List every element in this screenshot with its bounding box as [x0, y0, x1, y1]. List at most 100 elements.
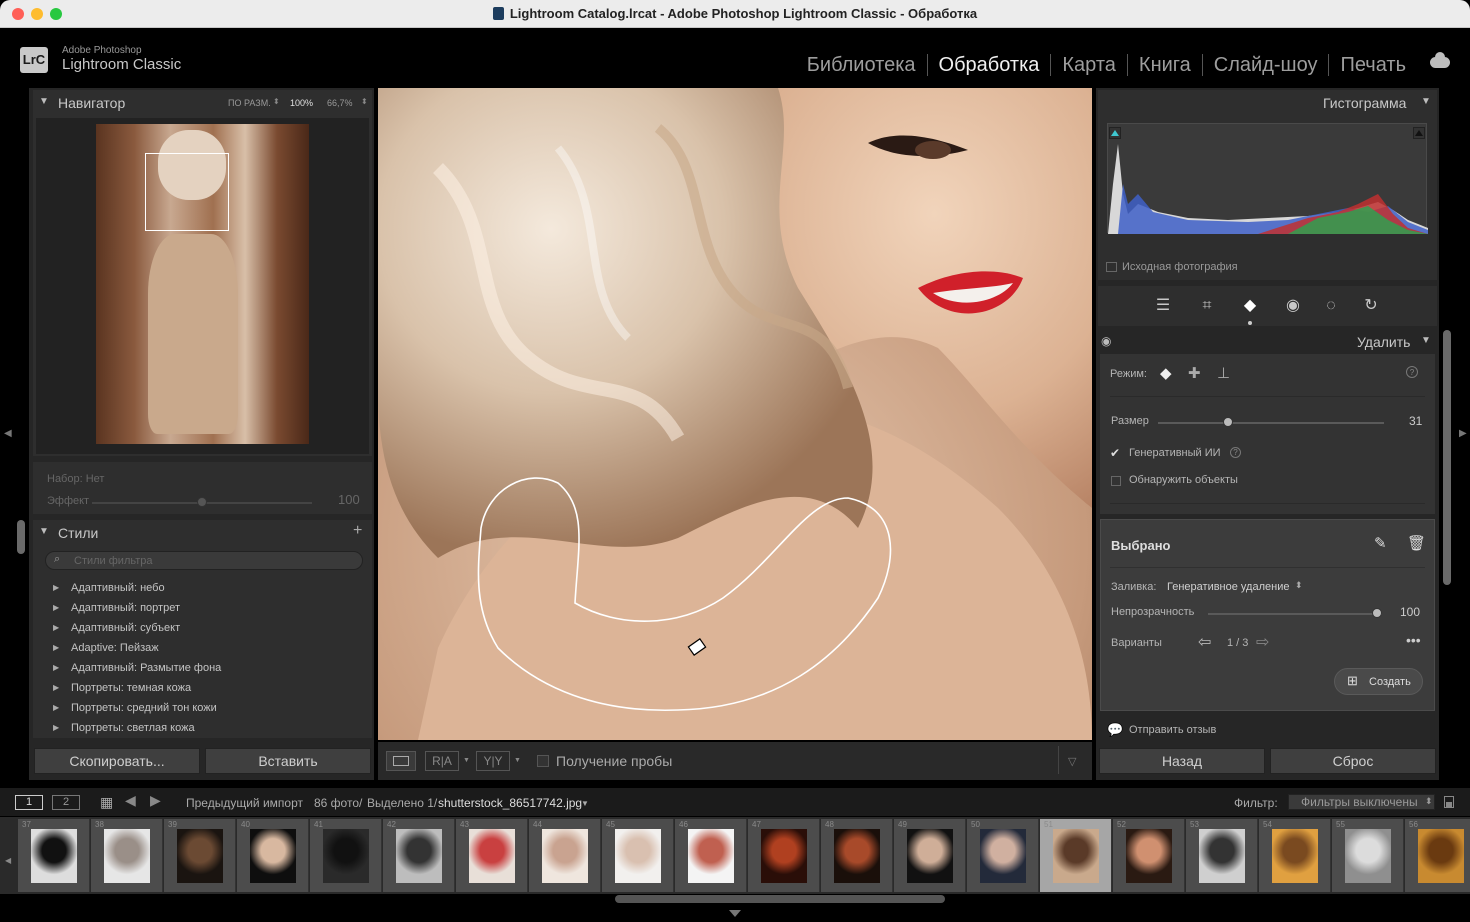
photo-canvas[interactable] [378, 88, 1092, 740]
filmstrip-thumbnail[interactable]: 47 [748, 819, 820, 892]
filmstrip-thumbnail[interactable]: 52 [1113, 819, 1185, 892]
filmstrip-scroll-left-icon[interactable]: ◀ [5, 856, 11, 865]
navigator-viewport-box[interactable] [145, 153, 229, 231]
filmstrip-thumbnail[interactable]: 41 [310, 819, 382, 892]
filmstrip-thumbnail[interactable]: 42 [383, 819, 455, 892]
previous-variant-icon[interactable]: ⇦ [1198, 632, 1211, 652]
zoom-current-option[interactable]: 66,7% [327, 98, 353, 108]
highlight-clipping-indicator[interactable] [1413, 127, 1425, 139]
mode-remove-icon[interactable]: ◆ [1160, 364, 1172, 382]
styles-search-input[interactable]: ⌕ Стили фильтра [45, 551, 363, 570]
before-after-view-button[interactable]: R|A [425, 751, 459, 771]
zoom-100-option[interactable]: 100% [290, 98, 313, 108]
filmstrip-thumbnail[interactable]: 55 [1332, 819, 1404, 892]
remove-tool-icon[interactable]: ◆ [1240, 296, 1260, 316]
source-label[interactable]: Предыдущий импорт [186, 796, 303, 810]
style-item[interactable]: Адаптивный: небо [33, 578, 372, 598]
reset-tool-icon[interactable]: ↻ [1361, 296, 1381, 316]
right-panel-toggle-icon[interactable]: ▶ [1459, 428, 1467, 439]
before-after-dropdown-icon[interactable]: ▼ [463, 757, 470, 764]
left-panel-toggle-icon[interactable]: ◀ [4, 428, 12, 439]
original-photo-checkbox[interactable] [1106, 262, 1117, 272]
generative-help-icon[interactable]: ? [1230, 447, 1241, 458]
loupe-view-button[interactable] [386, 751, 416, 771]
filmstrip-thumbnail[interactable]: 45 [602, 819, 674, 892]
module-map[interactable]: Карта [1051, 54, 1128, 76]
red-eye-icon[interactable]: ◉ [1283, 296, 1303, 316]
cloud-sync-icon[interactable] [1430, 52, 1450, 68]
copy-before-after-button[interactable]: Y|Y [476, 751, 510, 771]
style-item[interactable]: Adaptive: Пейзаж [33, 638, 372, 658]
create-variant-button[interactable]: ⊞ Создать [1334, 668, 1423, 695]
filmstrip-thumbnail[interactable]: 48 [821, 819, 893, 892]
mode-help-icon[interactable]: ? [1406, 366, 1418, 378]
crop-icon[interactable]: ⌗ [1197, 296, 1217, 316]
feedback-icon[interactable]: 💬 [1107, 722, 1123, 738]
paste-settings-button[interactable]: Вставить [205, 748, 371, 774]
filmstrip-thumbnail[interactable]: 56 [1405, 819, 1470, 892]
primary-window-button[interactable]: 1 [15, 795, 43, 810]
effect-slider-knob[interactable] [197, 497, 207, 507]
more-options-icon[interactable]: ••• [1406, 632, 1421, 648]
module-print[interactable]: Печать [1329, 54, 1406, 76]
size-slider-knob[interactable] [1223, 417, 1233, 427]
filmstrip-thumbnail[interactable]: 54 [1259, 819, 1331, 892]
filmstrip-thumbnail[interactable]: 44 [529, 819, 601, 892]
zoom-fit-option[interactable]: ПО РАЗМ. [228, 98, 271, 108]
previous-button[interactable]: Назад [1099, 748, 1265, 774]
edit-sliders-icon[interactable]: ☰ [1153, 296, 1173, 316]
reset-button[interactable]: Сброс [1270, 748, 1436, 774]
navigator-collapse-icon[interactable]: ▼ [39, 96, 49, 107]
filter-select[interactable]: Фильтры выключены [1288, 794, 1435, 810]
filmstrip-thumbnail[interactable]: 40 [237, 819, 309, 892]
filter-lock-icon[interactable] [1444, 796, 1454, 808]
fill-select[interactable]: Генеративное удаление [1167, 581, 1289, 593]
mode-clone-icon[interactable]: ⊥ [1217, 364, 1230, 382]
styles-collapse-icon[interactable]: ▼ [39, 526, 49, 537]
forward-arrow-icon[interactable]: ▶ [150, 792, 161, 809]
style-item[interactable]: Адаптивный: портрет [33, 598, 372, 618]
grid-view-icon[interactable]: ▦ [100, 794, 113, 811]
module-slideshow[interactable]: Слайд-шоу [1203, 54, 1330, 76]
filmstrip-thumbnail[interactable]: 38 [91, 819, 163, 892]
style-item[interactable]: Портреты: светлая кожа [33, 718, 372, 738]
filter-dropdown-icon[interactable]: ⬍ [1425, 796, 1433, 807]
histogram-collapse-icon[interactable]: ▼ [1421, 96, 1431, 107]
mode-heal-icon[interactable]: ✚ [1188, 364, 1201, 382]
filmstrip-thumbnail[interactable]: 43 [456, 819, 528, 892]
filmstrip-thumbnail[interactable]: 50 [967, 819, 1039, 892]
generative-ai-checkbox[interactable]: ✔ [1110, 446, 1120, 460]
style-item[interactable]: Портреты: темная кожа [33, 678, 372, 698]
filmstrip-thumbnail[interactable]: 46 [675, 819, 747, 892]
secondary-window-button[interactable]: 2 [52, 795, 80, 810]
module-library[interactable]: Библиотека [796, 54, 928, 76]
toolbar-menu-icon[interactable]: ▽ [1068, 755, 1076, 768]
filmstrip-thumbnail[interactable]: 53 [1186, 819, 1258, 892]
visibility-eye-icon[interactable]: ◉ [1101, 334, 1111, 348]
filename-label[interactable]: shutterstock_86517742.jpg [438, 796, 582, 810]
remove-collapse-icon[interactable]: ▼ [1421, 335, 1431, 346]
copy-settings-dropdown-icon[interactable]: ▼ [514, 757, 521, 764]
next-variant-icon[interactable]: ⇨ [1256, 632, 1269, 652]
opacity-slider-track[interactable] [1208, 613, 1382, 615]
filmstrip-thumbnail[interactable]: 39 [164, 819, 236, 892]
soft-proof-checkbox[interactable] [537, 755, 549, 767]
module-develop[interactable]: Обработка [928, 54, 1052, 76]
bottom-panel-toggle-icon[interactable] [729, 910, 741, 917]
copy-settings-button[interactable]: Скопировать... [34, 748, 200, 774]
style-item[interactable]: Портреты: средний тон кожи [33, 698, 372, 718]
opacity-slider-knob[interactable] [1372, 608, 1382, 618]
style-item[interactable]: Адаптивный: Размытие фона [33, 658, 372, 678]
masking-icon[interactable]: ◌ [1321, 296, 1341, 316]
zoom-stepper-icon[interactable]: ⬍ [361, 97, 368, 106]
style-item[interactable]: Адаптивный: субъект [33, 618, 372, 638]
detect-objects-checkbox[interactable] [1111, 476, 1121, 486]
histogram-graph[interactable] [1107, 123, 1428, 234]
filmstrip-scrollbar[interactable] [615, 895, 945, 903]
filmstrip-thumbnail[interactable]: 37 [18, 819, 90, 892]
shadow-clipping-indicator[interactable] [1109, 127, 1121, 139]
right-scrollbar[interactable] [1443, 330, 1451, 585]
zoom-fit-stepper-icon[interactable]: ⬍ [273, 97, 280, 106]
brush-icon[interactable]: ✎ [1374, 534, 1387, 552]
module-book[interactable]: Книга [1128, 54, 1203, 76]
